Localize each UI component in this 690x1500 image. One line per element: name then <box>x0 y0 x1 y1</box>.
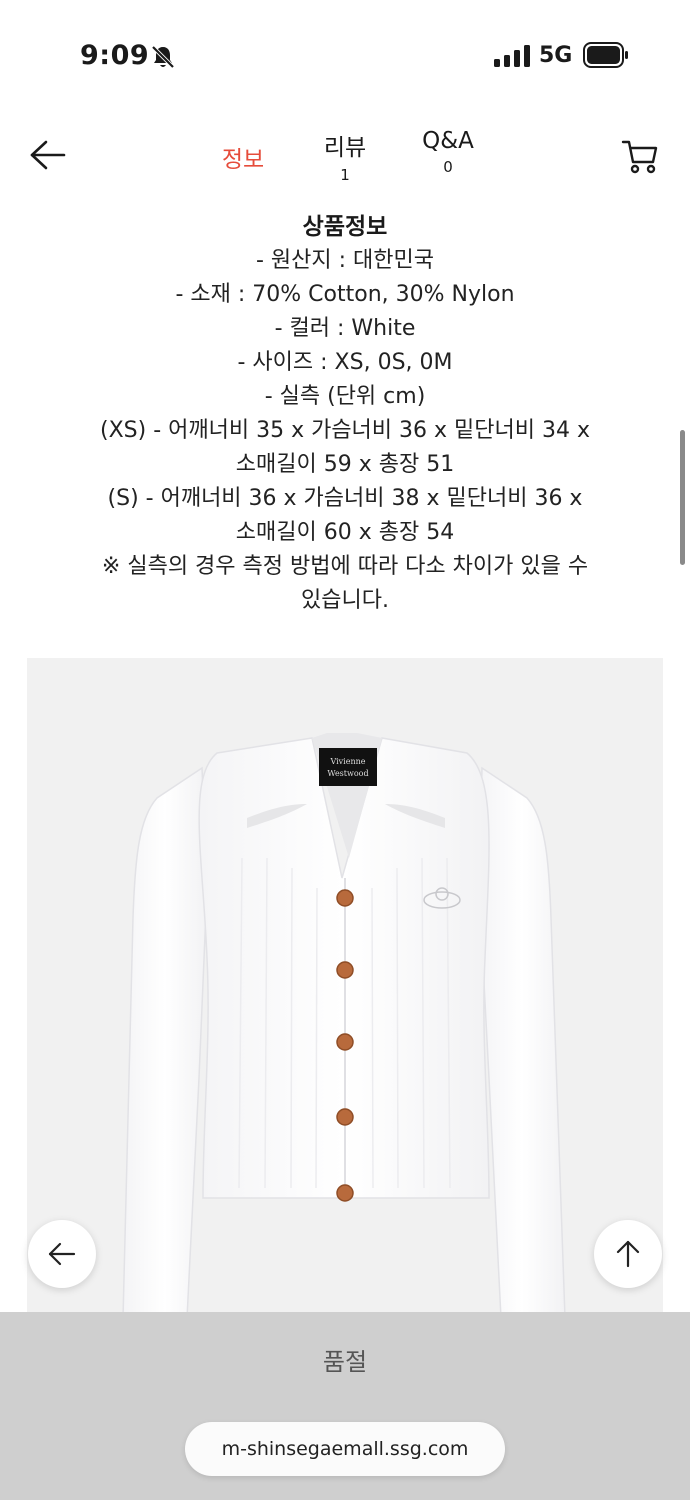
product-info-section: 상품정보 - 원산지 : 대한민국 - 소재 : 70% Cotton, 30%… <box>40 210 650 618</box>
info-line: (XS) - 어깨너비 35 x 가슴너비 36 x 밑단너비 34 x <box>100 418 590 443</box>
scrollbar[interactable] <box>680 430 685 565</box>
tab-qna[interactable]: Q&A 0 <box>408 128 488 176</box>
signal-icon <box>494 45 530 67</box>
info-line: - 실측 (단위 cm) <box>264 384 426 409</box>
info-line: - 소재 : 70% Cotton, 30% Nylon <box>175 282 515 307</box>
back-arrow-icon[interactable] <box>28 138 68 172</box>
tab-review-label: 리뷰 <box>323 135 367 161</box>
tab-info[interactable]: 정보 <box>208 140 278 174</box>
page-header: 정보 리뷰 1 Q&A 0 <box>0 110 690 200</box>
product-info-title: 상품정보 <box>302 214 388 240</box>
info-line: 있습니다. <box>301 588 389 613</box>
status-bar: 9:09 5G <box>0 0 690 110</box>
battery-icon <box>583 42 628 68</box>
tab-qna-label: Q&A <box>422 128 474 154</box>
info-line: ※ 실측의 경우 측정 방법에 따라 다소 차이가 있을 수 <box>101 554 589 579</box>
label-text-1: Vivienne <box>329 757 365 766</box>
arrow-left-icon <box>48 1242 76 1266</box>
address-bar[interactable]: m-shinsegaemall.ssg.com <box>185 1422 505 1476</box>
tab-review-count: 1 <box>340 166 350 184</box>
scroll-top-button[interactable] <box>594 1220 662 1288</box>
bell-slash-icon <box>151 45 175 69</box>
soldout-button[interactable]: 품절 <box>0 1342 690 1377</box>
tab-info-label: 정보 <box>221 147 265 173</box>
info-line: 소매길이 59 x 총장 51 <box>235 452 455 477</box>
bottom-bar: 품절 m-shinsegaemall.ssg.com <box>0 1312 690 1500</box>
tab-review[interactable]: 리뷰 1 <box>310 128 380 184</box>
label-text-2: Westwood <box>327 769 368 778</box>
info-line: - 사이즈 : XS, 0S, 0M <box>237 350 453 375</box>
prev-button[interactable] <box>28 1220 96 1288</box>
info-line: 소매길이 60 x 총장 54 <box>235 520 455 545</box>
status-time: 9:09 <box>80 40 150 71</box>
arrow-up-icon <box>616 1240 640 1268</box>
info-line: - 원산지 : 대한민국 <box>255 248 434 273</box>
cart-icon[interactable] <box>620 136 660 176</box>
network-label: 5G <box>539 43 573 68</box>
info-line: - 컬러 : White <box>274 316 416 341</box>
product-image: Vivienne Westwood <box>27 658 663 1318</box>
tab-qna-count: 0 <box>443 158 453 176</box>
info-line: (S) - 어깨너비 36 x 가슴너비 38 x 밑단너비 36 x <box>107 486 583 511</box>
